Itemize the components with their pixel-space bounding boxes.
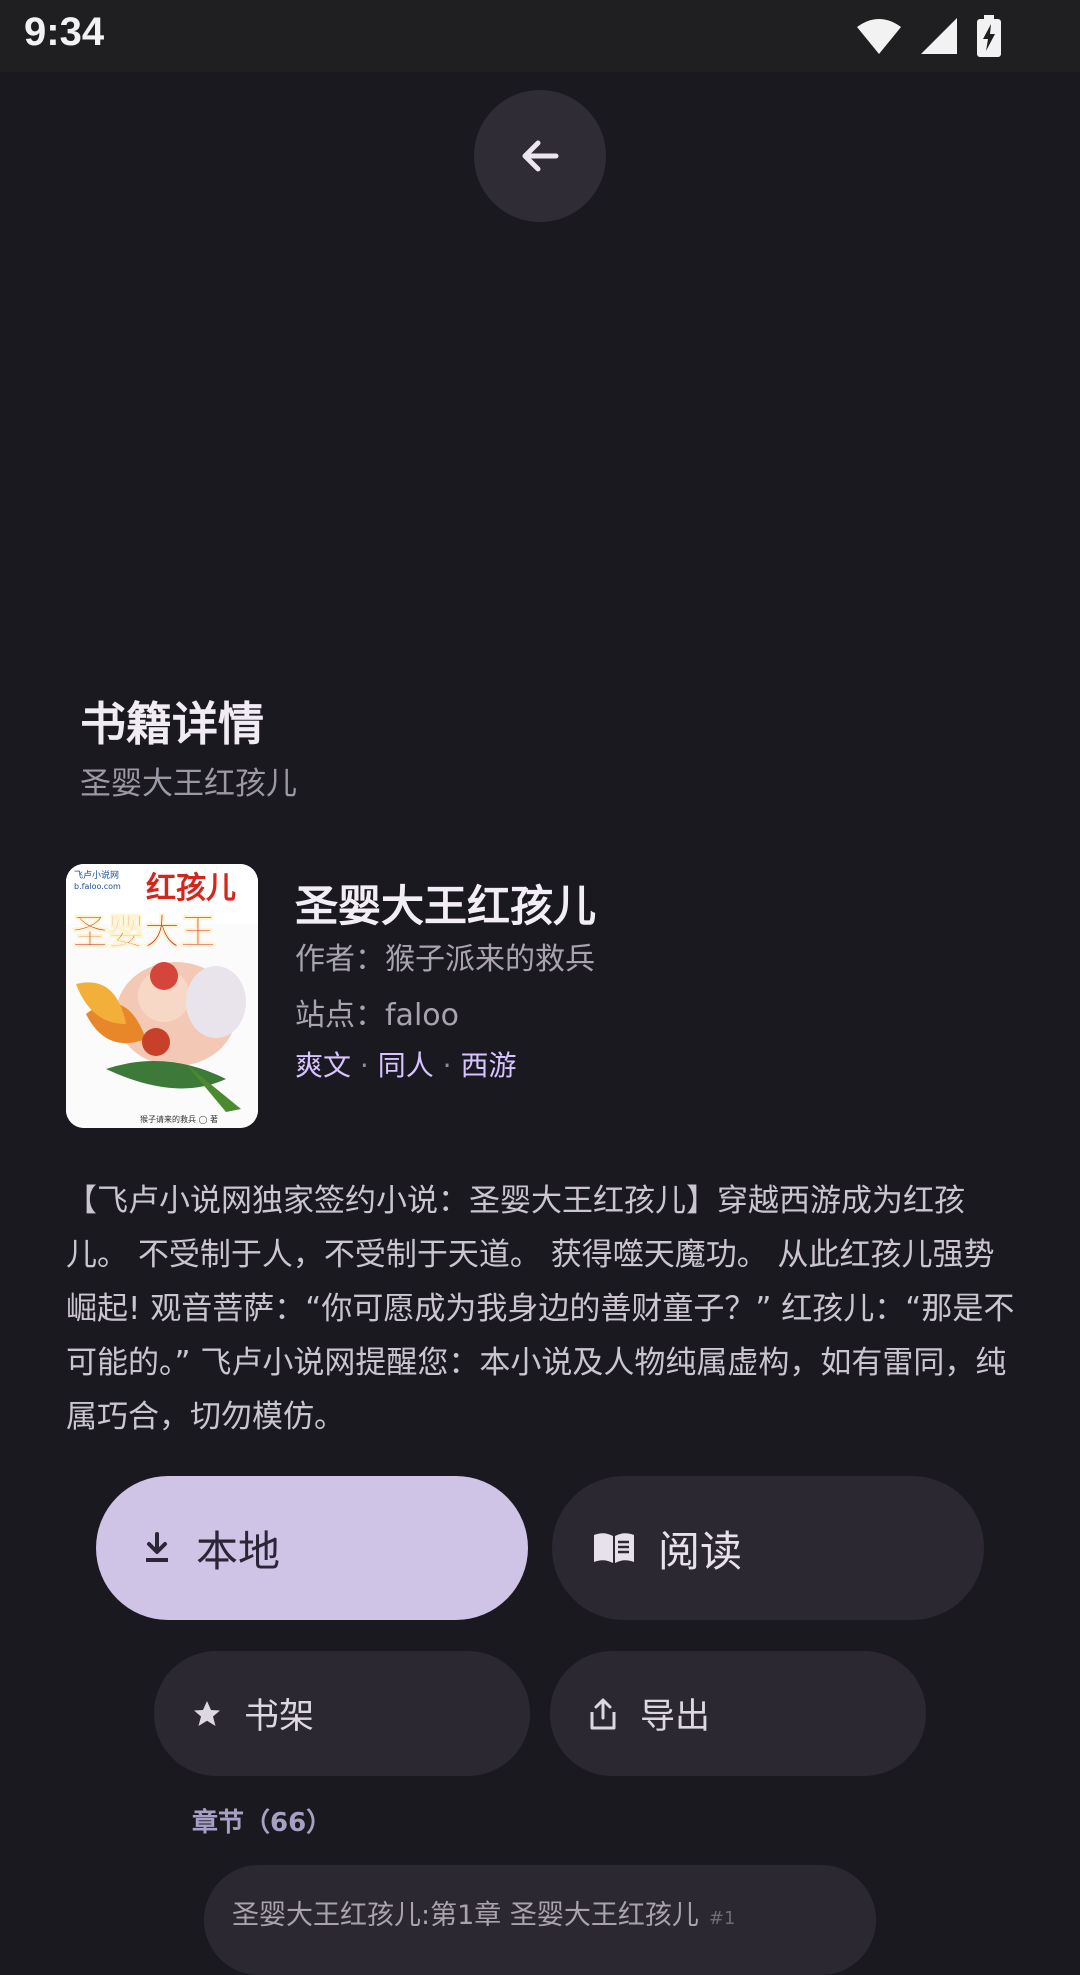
chapter-list-item[interactable]: 圣婴大王红孩儿:第1章 圣婴大王红孩儿 #1	[204, 1865, 876, 1975]
book-tags: 爽文 · 同人 · 西游	[295, 1044, 516, 1084]
read-button[interactable]: 阅读	[552, 1476, 984, 1620]
book-cover-image: 红孩儿 圣婴大王 飞卢小说网 b.faloo.com 猴子请来的救兵 ◯ 著	[66, 864, 258, 1128]
local-button[interactable]: 本地	[96, 1476, 528, 1620]
book-summary: 【飞卢小说网独家签约小说：圣婴大王红孩儿】穿越西游成为红孩儿。 不受制于人，不受…	[66, 1183, 1015, 1435]
star-icon	[192, 1699, 222, 1729]
export-button-label: 导出	[640, 1697, 711, 1737]
chapter-title: 圣婴大王红孩儿:第1章 圣婴大王红孩儿	[232, 1900, 699, 1931]
bookshelf-button-label: 书架	[244, 1697, 315, 1737]
book-open-icon	[592, 1531, 636, 1565]
read-button-label: 阅读	[658, 1526, 743, 1576]
status-time: 9:34	[24, 10, 105, 54]
status-icons	[856, 14, 1002, 58]
cover-site-mark: b.faloo.com	[74, 882, 121, 891]
page-subtitle: 圣婴大王红孩儿	[80, 766, 297, 802]
book-cover[interactable]: 红孩儿 圣婴大王 飞卢小说网 b.faloo.com 猴子请来的救兵 ◯ 著	[66, 864, 258, 1128]
cover-author-line: 猴子请来的救兵 ◯ 著	[140, 1114, 218, 1124]
cover-main-title: 圣婴大王	[72, 911, 216, 953]
page-title: 书籍详情	[80, 697, 264, 751]
bookshelf-button[interactable]: 书架	[154, 1651, 530, 1776]
status-bar: 9:34	[0, 0, 1080, 72]
cover-site-name: 飞卢小说网	[74, 869, 119, 881]
wifi-icon	[857, 19, 901, 54]
tag-item[interactable]: 爽文	[295, 1049, 351, 1082]
signal-icon	[921, 18, 957, 54]
book-author: 作者：猴子派来的救兵	[295, 942, 595, 977]
chapter-number: #1	[708, 1908, 736, 1929]
chapters-header: 章节（66）	[192, 1808, 333, 1838]
local-button-label: 本地	[196, 1526, 281, 1576]
battery-charging-icon	[977, 15, 1001, 57]
export-button[interactable]: 导出	[550, 1651, 926, 1776]
arrow-back-icon	[522, 140, 559, 172]
back-button[interactable]	[474, 90, 606, 222]
book-site: 站点：faloo	[295, 998, 459, 1033]
cover-top-title: 红孩儿	[146, 871, 236, 906]
book-title: 圣婴大王红孩儿	[295, 882, 596, 932]
share-export-icon	[588, 1697, 618, 1731]
tag-item[interactable]: 同人	[378, 1049, 434, 1082]
tag-item[interactable]: 西游	[460, 1049, 516, 1082]
download-icon	[140, 1531, 174, 1565]
tag-separator: ·	[442, 1049, 452, 1082]
tag-separator: ·	[359, 1049, 369, 1082]
